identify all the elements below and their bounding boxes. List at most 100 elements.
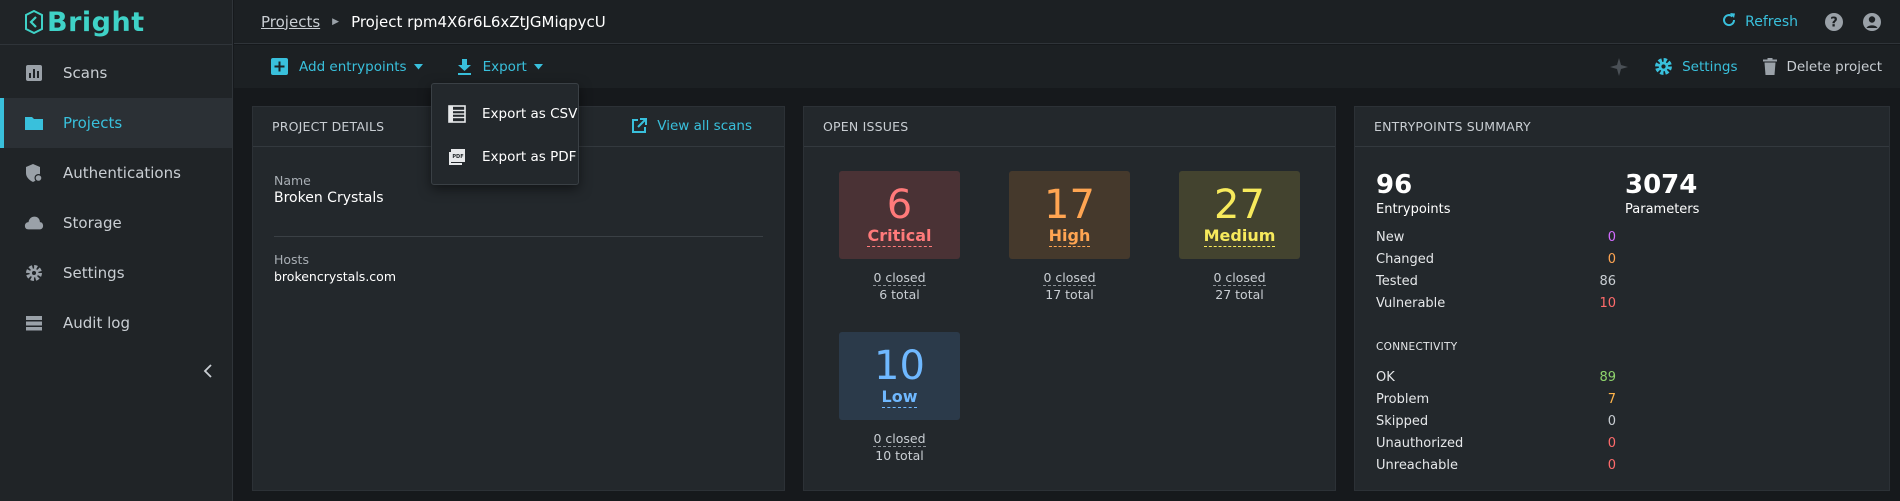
- export-pdf-menu-item[interactable]: PDF Export as PDF: [432, 135, 578, 178]
- closed-count[interactable]: 0 closed: [1213, 270, 1266, 286]
- sidebar-item-authentications[interactable]: Authentications: [0, 148, 232, 198]
- bar-chart-icon: [24, 63, 44, 83]
- severity-label: Medium: [1203, 226, 1276, 247]
- stat-value: 0: [1607, 230, 1616, 245]
- view-all-scans-link[interactable]: View all scans: [631, 118, 752, 134]
- stat-row-new: New 0: [1376, 230, 1616, 245]
- sidebar-item-projects[interactable]: Projects: [0, 98, 232, 148]
- severity-count: 17: [1044, 182, 1095, 228]
- stat-label: Unauthorized: [1376, 436, 1464, 451]
- total-count: 27 total: [1215, 287, 1264, 302]
- severity-box[interactable]: 10 Low: [839, 332, 960, 420]
- export-label: Export: [482, 58, 527, 75]
- parameters-label: Parameters: [1625, 202, 1700, 217]
- account-button[interactable]: [1862, 12, 1882, 32]
- entrypoints-count: 96: [1376, 170, 1413, 200]
- table-icon: [448, 104, 466, 123]
- export-csv-menu-item[interactable]: Export as CSV: [432, 92, 578, 135]
- connectivity-row-unauthorized: Unauthorized 0: [1376, 436, 1616, 451]
- severity-card-low[interactable]: 10 Low 0 closed 10 total: [839, 332, 960, 465]
- breadcrumb-current: Project rpm4X6r6L6xZtJGMiqpycU: [351, 12, 606, 31]
- severity-box[interactable]: 17 High: [1009, 171, 1130, 259]
- sidebar-item-scans[interactable]: Scans: [0, 48, 232, 98]
- stat-label: Tested: [1376, 274, 1418, 289]
- sidebar-item-audit-log[interactable]: Audit log: [0, 298, 232, 348]
- bright-logo-icon: [25, 10, 43, 34]
- sidebar-item-label: Storage: [63, 214, 122, 232]
- stat-label: OK: [1376, 370, 1395, 385]
- refresh-button[interactable]: Refresh: [1721, 12, 1798, 32]
- shield-lock-icon: [24, 163, 44, 183]
- list-icon: [24, 313, 44, 333]
- breadcrumb: Projects ▶ Project rpm4X6r6L6xZtJGMiqpyc…: [261, 13, 606, 31]
- stat-value: 89: [1599, 370, 1616, 385]
- view-all-scans-label: View all scans: [657, 118, 752, 134]
- collapse-sidebar-button[interactable]: [196, 359, 220, 383]
- stat-row-vulnerable: Vulnerable 10: [1376, 296, 1616, 311]
- severity-count: 6: [886, 182, 913, 228]
- help-button[interactable]: ?: [1824, 12, 1844, 32]
- breadcrumb-projects-link[interactable]: Projects: [261, 13, 320, 31]
- panel-title: OPEN ISSUES: [804, 107, 1335, 147]
- add-entrypoints-button[interactable]: Add entrypoints: [271, 58, 423, 75]
- breadcrumb-separator-icon: ▶: [332, 16, 340, 27]
- refresh-icon: [1721, 12, 1737, 32]
- stat-label: Unreachable: [1376, 458, 1458, 473]
- sidebar-item-settings[interactable]: Settings: [0, 248, 232, 298]
- settings-button[interactable]: Settings: [1654, 57, 1737, 76]
- total-count: 17 total: [1045, 287, 1094, 302]
- severity-box[interactable]: 27 Medium: [1179, 171, 1300, 259]
- parameters-count: 3074: [1625, 170, 1698, 200]
- delete-project-button[interactable]: Delete project: [1763, 58, 1882, 75]
- gear-icon: [24, 263, 44, 283]
- stat-row-changed: Changed 0: [1376, 252, 1616, 267]
- stat-value: 10: [1599, 296, 1616, 311]
- severity-box[interactable]: 6 Critical: [839, 171, 960, 259]
- pdf-icon: PDF: [448, 148, 466, 166]
- total-count: 6 total: [879, 287, 920, 302]
- connectivity-title: CONNECTIVITY: [1376, 341, 1458, 353]
- caret-down-icon: [533, 63, 543, 70]
- menu-item-label: Export as CSV: [482, 105, 578, 122]
- stat-value: 0: [1607, 252, 1616, 267]
- svg-text:PDF: PDF: [452, 154, 463, 160]
- entrypoints-label: Entrypoints: [1376, 202, 1451, 217]
- severity-label: Critical: [867, 226, 932, 247]
- closed-count[interactable]: 0 closed: [1043, 270, 1096, 286]
- stat-label: New: [1376, 230, 1405, 245]
- stat-label: Skipped: [1376, 414, 1429, 429]
- sparkle-icon[interactable]: [1610, 57, 1629, 76]
- severity-card-high[interactable]: 17 High 0 closed 17 total: [1009, 171, 1130, 304]
- sidebar-item-storage[interactable]: Storage: [0, 198, 232, 248]
- hosts-value: brokencrystals.com: [274, 269, 396, 284]
- trash-icon: [1763, 58, 1778, 75]
- severity-label: Low: [881, 387, 918, 408]
- stat-value: 0: [1607, 458, 1616, 473]
- connectivity-row-unreachable: Unreachable 0: [1376, 458, 1616, 473]
- sidebar-item-label: Settings: [63, 264, 125, 282]
- sidebar-item-label: Scans: [63, 64, 108, 82]
- logo-text: Bright: [47, 6, 145, 38]
- severity-card-medium[interactable]: 27 Medium 0 closed 27 total: [1179, 171, 1300, 304]
- panel-title: ENTRYPOINTS SUMMARY: [1355, 107, 1889, 147]
- open-issues-panel: OPEN ISSUES 6 Critical 0 closed 6 total …: [803, 106, 1336, 491]
- refresh-label: Refresh: [1745, 14, 1798, 30]
- entrypoints-summary-panel: ENTRYPOINTS SUMMARY 96 Entrypoints 3074 …: [1354, 106, 1890, 491]
- closed-count[interactable]: 0 closed: [873, 270, 926, 286]
- add-box-icon: [271, 58, 288, 75]
- gear-icon: [1654, 57, 1673, 76]
- export-button[interactable]: Export: [457, 58, 543, 75]
- delete-project-label: Delete project: [1786, 58, 1882, 75]
- account-icon: [1863, 13, 1881, 31]
- open-external-icon: [631, 118, 648, 134]
- closed-count[interactable]: 0 closed: [873, 431, 926, 447]
- export-menu: Export as CSV PDF Export as PDF: [431, 83, 579, 185]
- menu-item-label: Export as PDF: [482, 148, 577, 165]
- logo[interactable]: Bright: [0, 0, 232, 45]
- severity-label: High: [1048, 226, 1091, 247]
- sidebar-item-label: Audit log: [63, 314, 130, 332]
- toolbar: Add entrypoints Export Settings Delete p…: [234, 45, 1900, 88]
- severity-card-critical[interactable]: 6 Critical 0 closed 6 total: [839, 171, 960, 304]
- caret-down-icon: [413, 63, 423, 70]
- divider: [274, 236, 763, 237]
